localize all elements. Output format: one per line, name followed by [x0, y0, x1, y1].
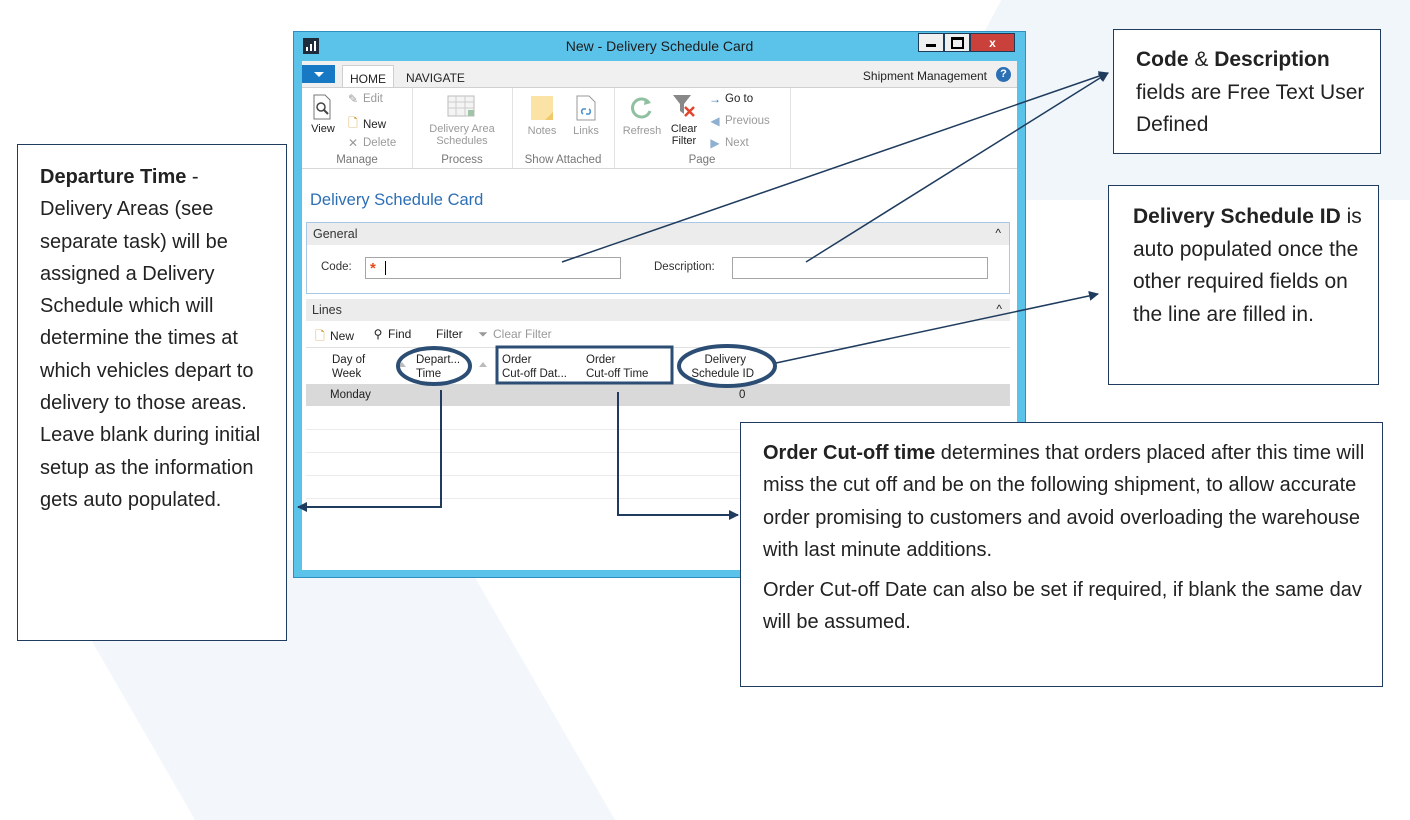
- connector-description: [805, 72, 1109, 263]
- departure-time-highlight: [396, 346, 472, 386]
- connector-order-cutoff: [617, 392, 739, 520]
- annotation-overlay: [297, 71, 1109, 520]
- connector-departure-time: [297, 390, 442, 512]
- cutoff-columns-highlight: [495, 345, 674, 385]
- schedule-id-highlight: [677, 344, 777, 388]
- connector-code: [561, 71, 1109, 263]
- connector-schedule-id: [775, 290, 1099, 364]
